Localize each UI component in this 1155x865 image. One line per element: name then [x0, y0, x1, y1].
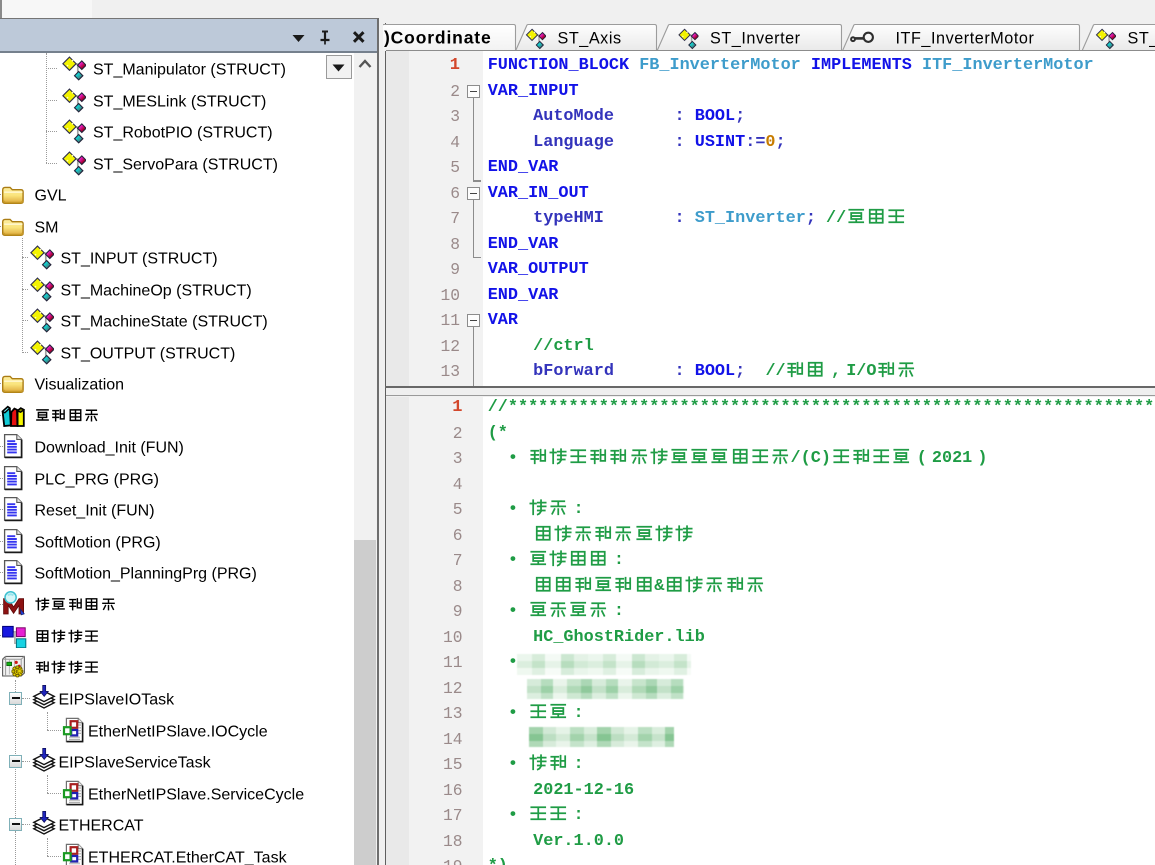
svg-text:ST_Axis: ST_Axis [558, 29, 622, 47]
svg-text:ST_: ST_ [1128, 29, 1155, 47]
svg-text:ST_Inverter: ST_Inverter [710, 29, 801, 47]
svg-text:)Coordinate: )Coordinate [384, 27, 492, 47]
svg-text:ITF_InverterMotor: ITF_InverterMotor [896, 29, 1035, 47]
